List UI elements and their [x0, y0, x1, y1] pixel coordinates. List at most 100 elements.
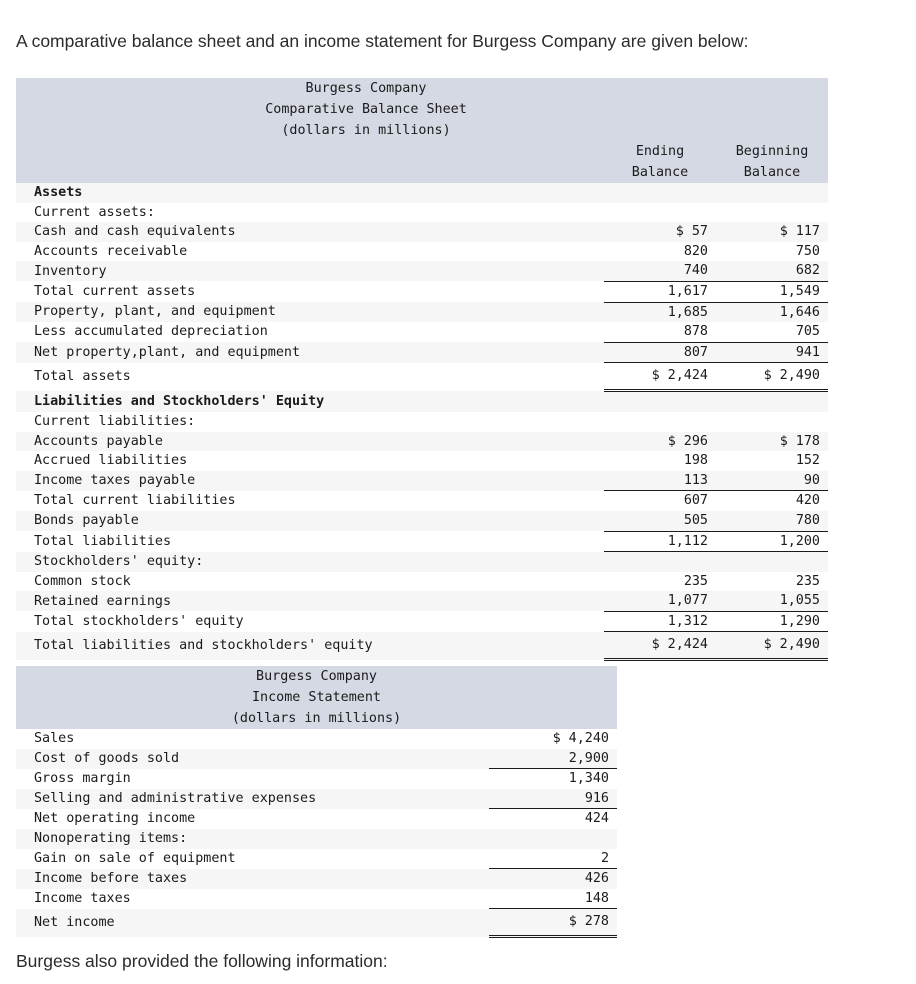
balance-sheet-title-line: (dollars in millions) — [16, 120, 716, 141]
row-label: Accounts payable — [16, 431, 604, 452]
income-statement-row: Cost of goods sold 2,900 — [16, 748, 617, 770]
amount-value: 1,340 — [489, 768, 617, 789]
beginning-balance-value: $ 2,490 — [716, 631, 828, 662]
beginning-balance-value: $ 2,490 — [716, 362, 828, 393]
row-label: Total current assets — [16, 281, 604, 303]
income-statement-title-line: (dollars in millions) — [16, 708, 617, 729]
income-statement-row: Nonoperating items: — [16, 828, 617, 849]
income-statement-row: Gross margin 1,340 — [16, 768, 617, 789]
ending-balance-value — [604, 551, 716, 572]
beginning-balance-value — [716, 411, 828, 432]
ending-balance-value: $ 2,424 — [604, 631, 716, 662]
beginning-balance-value: 780 — [716, 510, 828, 532]
row-label: Assets — [16, 183, 604, 203]
ending-balance-value: 740 — [604, 261, 716, 282]
balance-sheet-row: Stockholders' equity: — [16, 551, 828, 572]
beginning-balance-value: 941 — [716, 342, 828, 364]
beginning-balance-value — [716, 202, 828, 223]
beginning-balance-value: 682 — [716, 261, 828, 282]
balance-sheet-title-row: Comparative Balance Sheet — [16, 99, 828, 120]
ending-balance-column-header: Balance — [604, 162, 716, 183]
row-label: Stockholders' equity: — [16, 551, 604, 572]
income-statement-row: Sales $ 4,240 — [16, 729, 617, 749]
beginning-balance-value: 1,549 — [716, 281, 828, 303]
ending-balance-value: $ 2,424 — [604, 362, 716, 393]
beginning-balance-value — [716, 551, 828, 572]
amount-value: 426 — [489, 868, 617, 889]
ending-balance-value: 820 — [604, 241, 716, 262]
balance-sheet-row: Total current liabilities 607 420 — [16, 490, 828, 511]
balance-sheet-title-pad — [716, 99, 828, 120]
balance-sheet-row: Net property,plant, and equipment 807 941 — [16, 342, 828, 364]
beginning-balance-value: 90 — [716, 470, 828, 492]
row-label: Selling and administrative expenses — [16, 788, 489, 809]
beginning-balance-value: 235 — [716, 571, 828, 592]
beginning-balance-value — [716, 183, 828, 203]
beginning-balance-value: $ 117 — [716, 222, 828, 242]
row-label: Income taxes payable — [16, 470, 604, 491]
row-label: Net income — [16, 908, 489, 937]
amount-value: $ 278 — [489, 908, 617, 939]
income-statement-title-row: Income Statement — [16, 687, 617, 708]
income-statement-table: Burgess Company Income Statement (dollars … — [16, 666, 617, 939]
outro-paragraph: Burgess also provided the following info… — [16, 951, 388, 971]
balance-sheet-row: Income taxes payable 113 90 — [16, 470, 828, 492]
income-statement-row: Net income $ 278 — [16, 908, 617, 939]
amount-value: 424 — [489, 808, 617, 829]
row-label: Less accumulated depreciation — [16, 322, 604, 343]
income-statement-title-line: Income Statement — [16, 687, 617, 708]
ending-balance-value — [604, 183, 716, 203]
beginning-balance-value: 1,200 — [716, 531, 828, 553]
balance-sheet-row: Accounts receivable 820 750 — [16, 241, 828, 262]
row-label: Common stock — [16, 571, 604, 592]
row-label: Gain on sale of equipment — [16, 848, 489, 869]
intro-paragraph: A comparative balance sheet and an incom… — [16, 31, 749, 51]
balance-sheet-row: Common stock 235 235 — [16, 571, 828, 592]
ending-balance-value: 1,077 — [604, 591, 716, 612]
ending-balance-value: 1,112 — [604, 531, 716, 553]
ending-balance-value: 878 — [604, 322, 716, 343]
row-label: Current assets: — [16, 202, 604, 223]
ending-balance-value: 113 — [604, 470, 716, 492]
balance-sheet-row: Current liabilities: — [16, 411, 828, 432]
beginning-balance-value: 420 — [716, 490, 828, 511]
amount-value: 2,900 — [489, 748, 617, 770]
balance-sheet-column-header-row: Balance Balance — [16, 162, 828, 183]
beginning-balance-value: 1,646 — [716, 302, 828, 323]
row-label: Total liabilities — [16, 531, 604, 552]
row-label: Income taxes — [16, 888, 489, 909]
balance-sheet-row: Assets — [16, 183, 828, 203]
balance-sheet-title-row: Burgess Company — [16, 78, 828, 99]
amount-value: $ 4,240 — [489, 729, 617, 749]
amount-value — [489, 828, 617, 849]
row-label: Property, plant, and equipment — [16, 302, 604, 323]
beginning-balance-value: $ 178 — [716, 431, 828, 452]
balance-sheet-row: Total assets $ 2,424 $ 2,490 — [16, 362, 828, 393]
balance-sheet-title-pad — [716, 78, 828, 99]
row-label: Net operating income — [16, 808, 489, 829]
income-statement-row: Income before taxes 426 — [16, 868, 617, 889]
row-label: Cost of goods sold — [16, 748, 489, 769]
row-label: Gross margin — [16, 768, 489, 789]
row-label: Cash and cash equivalents — [16, 222, 604, 242]
balance-sheet-title-pad — [716, 120, 828, 141]
row-label: Income before taxes — [16, 868, 489, 889]
ending-balance-value: 1,617 — [604, 281, 716, 303]
row-label: Bonds payable — [16, 510, 604, 531]
row-label: Accounts receivable — [16, 241, 604, 262]
beginning-balance-column-header: Balance — [716, 162, 828, 183]
row-label: Accrued liabilities — [16, 451, 604, 471]
ending-balance-value: 1,685 — [604, 302, 716, 323]
beginning-balance-column-header: Beginning — [716, 141, 828, 162]
balance-sheet-row: Current assets: — [16, 202, 828, 223]
ending-balance-column-header: Ending — [604, 141, 716, 162]
balance-sheet-row: Bonds payable 505 780 — [16, 510, 828, 532]
balance-sheet-row: Liabilities and Stockholders' Equity — [16, 390, 828, 412]
balance-sheet-row: Accrued liabilities 198 152 — [16, 451, 828, 471]
ending-balance-value — [604, 411, 716, 432]
balance-sheet-row: Inventory 740 682 — [16, 261, 828, 282]
balance-sheet-column-header-row: Ending Beginning — [16, 141, 828, 162]
row-label: Inventory — [16, 261, 604, 282]
row-label: Total current liabilities — [16, 490, 604, 511]
comparative-balance-sheet-table: Burgess Company Comparative Balance Sheet… — [16, 78, 828, 662]
